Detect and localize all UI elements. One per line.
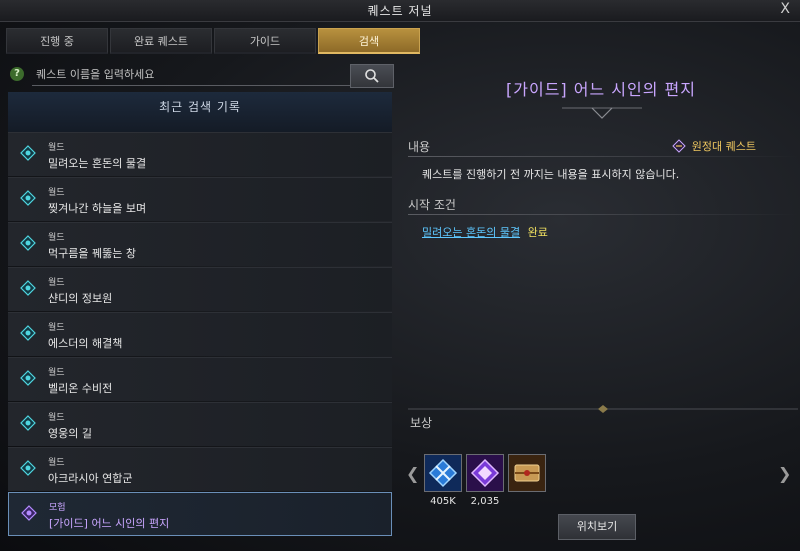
chevron-left-icon[interactable]: ❮: [406, 464, 419, 483]
tab-search[interactable]: 검색: [318, 28, 420, 54]
quest-journal-window: 퀘스트 저널 X 진행 중 완료 퀘스트 가이드 검색 ? 최근 검색 기록 월…: [0, 0, 800, 551]
quest-name: 아크라시아 연합군: [48, 472, 133, 485]
search-panel: ? 최근 검색 기록 월드 밀려오는 혼돈의 물결 월드 찢겨나간 하늘을 보며: [0, 58, 400, 551]
list-item[interactable]: 월드 밀려오는 혼돈의 물결: [8, 132, 392, 176]
window-title: 퀘스트 저널: [367, 4, 433, 18]
search-button[interactable]: [350, 64, 394, 88]
tab-guide[interactable]: 가이드: [214, 28, 316, 54]
quest-category: 월드: [48, 143, 65, 153]
blue-crystal-icon: [425, 455, 461, 491]
world-quest-icon: [20, 190, 36, 206]
chevron-right-icon[interactable]: ❯: [778, 464, 791, 483]
reward-slot[interactable]: [508, 454, 546, 492]
reward-label: 보상: [410, 416, 433, 430]
quest-category: 월드: [48, 368, 65, 378]
expedition-icon: [672, 139, 686, 153]
title-bar[interactable]: 퀘스트 저널 X: [0, 0, 800, 22]
quest-category: 월드: [48, 413, 65, 423]
list-item[interactable]: 월드 벨리온 수비전: [8, 357, 392, 401]
scroll-chest-icon: [509, 455, 545, 491]
search-input[interactable]: [32, 64, 350, 86]
condition-quest-link[interactable]: 밀려오는 혼돈의 물결: [422, 226, 520, 239]
reward-amount: 2,035: [470, 496, 500, 507]
reward-slot[interactable]: [466, 454, 504, 492]
quest-name: 찢겨나간 하늘을 보며: [48, 202, 147, 215]
quest-category: 모험: [49, 503, 66, 513]
quest-name: [가이드] 어느 시인의 편지: [49, 517, 170, 530]
world-quest-icon: [20, 415, 36, 431]
title-ornament-icon: [562, 107, 642, 119]
quest-category: 월드: [48, 233, 65, 243]
quest-name: 밀려오는 혼돈의 물결: [48, 157, 147, 170]
start-condition: 밀려오는 혼돈의 물결 완료: [422, 224, 548, 240]
quest-name: 벨리온 수비전: [48, 382, 113, 395]
quest-category: 월드: [48, 458, 65, 468]
recent-search-list: 월드 밀려오는 혼돈의 물결 월드 찢겨나간 하늘을 보며 월드 먹구름을 꿰뚫…: [8, 132, 392, 537]
divider: [408, 214, 798, 215]
recent-search-header: 최근 검색 기록: [8, 92, 392, 132]
list-item[interactable]: 월드 샨디의 정보원: [8, 267, 392, 311]
magnifier-icon: [365, 69, 379, 83]
list-item[interactable]: 월드 에스더의 해결책: [8, 312, 392, 356]
list-item[interactable]: 월드 먹구름을 꿰뚫는 창: [8, 222, 392, 266]
tab-completed[interactable]: 완료 퀘스트: [110, 28, 212, 54]
quest-name: 먹구름을 꿰뚫는 창: [48, 247, 136, 260]
content-label: 내용: [408, 140, 431, 154]
tab-in-progress[interactable]: 진행 중: [6, 28, 108, 54]
list-item[interactable]: 월드 영웅의 길: [8, 402, 392, 446]
locate-button[interactable]: 위치보기: [558, 514, 636, 540]
world-quest-icon: [20, 235, 36, 251]
list-item-selected[interactable]: 모험 [가이드] 어느 시인의 편지: [8, 492, 392, 536]
world-quest-icon: [20, 325, 36, 341]
reward-amount: 405K: [430, 496, 456, 507]
reward-divider-icon: [408, 405, 798, 413]
quest-category: 월드: [48, 188, 65, 198]
reward-slot[interactable]: [424, 454, 462, 492]
quest-name: 영웅의 길: [48, 427, 92, 440]
world-quest-icon: [20, 460, 36, 476]
close-icon[interactable]: X: [780, 1, 790, 17]
condition-status: 완료: [527, 226, 548, 239]
quest-name: 샨디의 정보원: [48, 292, 113, 305]
start-condition-label: 시작 조건: [408, 198, 456, 212]
adventure-quest-icon: [21, 505, 37, 521]
quest-category: 월드: [48, 278, 65, 288]
help-icon[interactable]: ?: [10, 67, 24, 81]
quest-description: 퀘스트를 진행하기 전 까지는 내용을 표시하지 않습니다.: [422, 168, 680, 181]
search-row: ?: [8, 64, 398, 88]
tab-bar: 진행 중 완료 퀘스트 가이드 검색: [6, 28, 422, 54]
divider: [408, 156, 798, 157]
list-item[interactable]: 월드 찢겨나간 하늘을 보며: [8, 177, 392, 221]
quest-name: 에스더의 해결책: [48, 337, 123, 350]
world-quest-icon: [20, 280, 36, 296]
quest-detail-panel: [가이드] 어느 시인의 편지 내용 원정대 퀘스트 퀘스트를 진행하기 전 까…: [402, 58, 800, 551]
expedition-quest-badge: 원정대 퀘스트: [672, 138, 756, 154]
list-item[interactable]: 월드 아크라시아 연합군: [8, 447, 392, 491]
purple-crystal-icon: [467, 455, 503, 491]
world-quest-icon: [20, 370, 36, 386]
quest-title: [가이드] 어느 시인의 편지: [506, 80, 696, 99]
world-quest-icon: [20, 145, 36, 161]
quest-category: 월드: [48, 323, 65, 333]
expedition-quest-label: 원정대 퀘스트: [691, 140, 756, 153]
